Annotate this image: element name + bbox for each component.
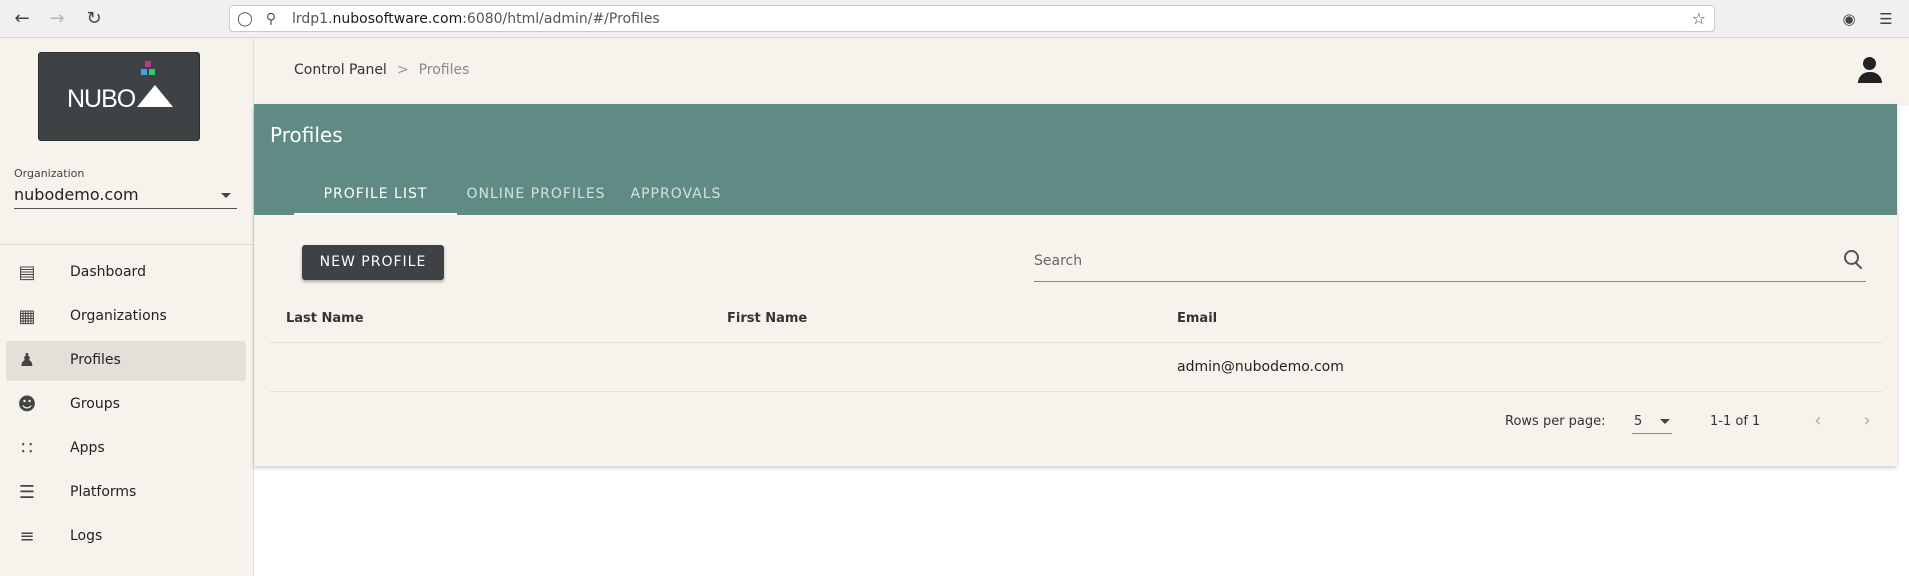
sidebar-item-logs[interactable]: ≡ Logs	[6, 517, 246, 557]
tab-indicator	[294, 213, 457, 215]
sidebar-item-apps[interactable]: ∷ Apps	[6, 429, 246, 469]
rows-per-page-label: Rows per page:	[1505, 414, 1606, 429]
tab-label: APPROVALS	[630, 186, 722, 202]
logo-text: NUBO	[67, 85, 136, 113]
logo-mountain	[137, 85, 173, 107]
search-icon-handle	[1855, 262, 1863, 270]
sidebar-item-dashboard[interactable]: ▤ Dashboard	[6, 253, 246, 293]
sidebar-divider	[0, 244, 253, 245]
main-content: Control Panel > Profiles Profiles PROFILE …	[254, 38, 1909, 576]
address-bar[interactable]: ◯ ⚲ lrdp1.nubosoftware.com:6080/html/adm…	[229, 5, 1715, 32]
sidebar-item-label: Platforms	[70, 484, 137, 500]
breadcrumb-root[interactable]: Control Panel	[294, 62, 387, 78]
bar-chart-icon: ▤	[18, 262, 36, 283]
column-header-first-name[interactable]: First Name	[727, 311, 807, 326]
forward-arrow-icon[interactable]: →	[46, 8, 68, 30]
next-page-icon[interactable]: ›	[1855, 409, 1879, 433]
rows-per-page-select[interactable]: 5	[1632, 408, 1672, 434]
organization-select[interactable]: nubodemo.com	[14, 183, 237, 209]
rows-per-page-value: 5	[1634, 414, 1643, 429]
sidebar-item-label: Dashboard	[70, 264, 146, 280]
table-header: Last Name First Name Email	[270, 294, 1882, 343]
card-header: Profiles PROFILE LIST ONLINE PROFILES AP…	[254, 104, 1897, 215]
checklist-icon: ≡	[19, 526, 35, 547]
sidebar-item-organizations[interactable]: ▦ Organizations	[6, 297, 246, 337]
account-head	[1863, 57, 1876, 70]
logo-dot	[145, 61, 151, 67]
cell-email: admin@nubodemo.com	[1177, 359, 1344, 375]
new-profile-button[interactable]: NEW PROFILE	[302, 245, 444, 280]
breadcrumb-current: Profiles	[418, 62, 470, 78]
groups-icon: ☻	[17, 394, 37, 415]
back-arrow-icon[interactable]: ←	[11, 8, 33, 30]
column-header-email[interactable]: Email	[1177, 311, 1217, 326]
sidebar-item-label: Groups	[70, 396, 120, 412]
organization-label: Organization	[14, 167, 85, 180]
people-icon: ♟	[18, 350, 36, 371]
breadcrumb-separator: >	[396, 62, 409, 78]
sidebar-item-label: Apps	[70, 440, 105, 456]
sidebar-item-label: Profiles	[70, 352, 121, 368]
account-body	[1858, 72, 1882, 83]
logo-dot	[149, 69, 155, 75]
tab-label: PROFILE LIST	[323, 186, 428, 202]
sidebar-item-platforms[interactable]: ☰ Platforms	[6, 473, 246, 513]
organization-value: nubodemo.com	[14, 185, 139, 204]
bookmark-star-icon[interactable]: ☆	[1692, 9, 1706, 28]
storage-icon: ☰	[18, 482, 36, 503]
apps-grid-icon: ∷	[21, 438, 33, 459]
tab-online-profiles[interactable]: ONLINE PROFILES	[456, 166, 616, 215]
reload-icon[interactable]: ↻	[83, 8, 105, 30]
sidebar: NUBO Organization nubodemo.com ▤ Dashboa…	[0, 38, 254, 576]
previous-page-icon[interactable]: ‹	[1806, 409, 1830, 433]
page-range: 1-1 of 1	[1710, 414, 1761, 429]
nubo-logo: NUBO	[38, 52, 200, 141]
account-icon[interactable]	[1855, 56, 1885, 86]
search-field	[1034, 242, 1866, 282]
caret-down-icon	[1660, 419, 1670, 424]
menu-icon[interactable]: ☰	[1876, 9, 1896, 29]
logo-dot	[141, 69, 147, 75]
breadcrumb: Control Panel > Profiles	[294, 62, 469, 78]
sidebar-item-groups[interactable]: ☻ Groups	[6, 385, 246, 425]
search-icon[interactable]	[1842, 248, 1864, 270]
profiles-card: Profiles PROFILE LIST ONLINE PROFILES AP…	[254, 104, 1897, 466]
pocket-icon[interactable]: ◉	[1839, 9, 1859, 29]
sidebar-item-label: Logs	[70, 528, 103, 544]
shield-icon[interactable]: ◯	[236, 10, 254, 28]
browser-toolbar: ← → ↻ ◯ ⚲ lrdp1.nubosoftware.com:6080/ht…	[0, 0, 1909, 38]
caret-down-icon	[221, 193, 231, 198]
tab-profile-list[interactable]: PROFILE LIST	[294, 166, 457, 215]
sidebar-item-profiles[interactable]: ♟ Profiles	[6, 341, 246, 381]
sidebar-item-label: Organizations	[70, 308, 167, 324]
column-header-last-name[interactable]: Last Name	[286, 311, 364, 326]
pagination: Rows per page: 5 1-1 of 1 ‹ ›	[254, 402, 1897, 442]
tab-label: ONLINE PROFILES	[466, 186, 606, 202]
tab-approvals[interactable]: APPROVALS	[616, 166, 736, 215]
url-text: lrdp1.nubosoftware.com:6080/html/admin/#…	[292, 11, 660, 27]
building-icon: ▦	[18, 306, 36, 327]
table-row[interactable]: admin@nubodemo.com	[270, 343, 1882, 392]
search-input[interactable]	[1034, 250, 1814, 272]
top-bar: Control Panel > Profiles	[254, 38, 1909, 106]
lock-icon[interactable]: ⚲	[262, 10, 280, 28]
page-title: Profiles	[270, 123, 343, 147]
